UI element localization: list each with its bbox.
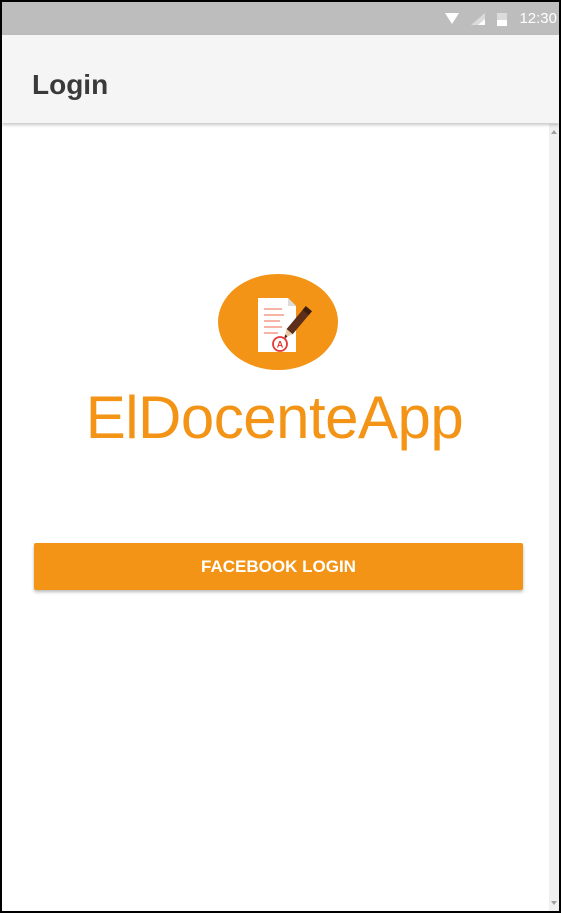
scroll-down-arrow-icon[interactable] (551, 901, 557, 905)
status-icons: 12:30 (445, 2, 559, 35)
facebook-login-label: FACEBOOK LOGIN (201, 556, 356, 576)
page-title: Login (32, 69, 109, 100)
facebook-login-button[interactable]: FACEBOOK LOGIN (34, 543, 523, 590)
device-frame: 12:30 Login A + ElDocenteApp FACEBOOK LO… (0, 0, 561, 913)
status-time: 12:30 (519, 10, 557, 27)
battery-icon (497, 12, 508, 26)
app-bar: Login (2, 35, 559, 123)
app-logo: A + (218, 274, 338, 370)
app-name: ElDocenteApp (85, 384, 464, 451)
scroll-up-arrow-icon[interactable] (551, 130, 557, 134)
wifi-icon (445, 13, 460, 24)
status-bar: 12:30 (2, 2, 559, 35)
signal-icon (471, 12, 486, 25)
graded-document-icon: A + (258, 298, 312, 352)
svg-text:A: A (277, 340, 284, 350)
scrollbar[interactable] (549, 124, 559, 911)
